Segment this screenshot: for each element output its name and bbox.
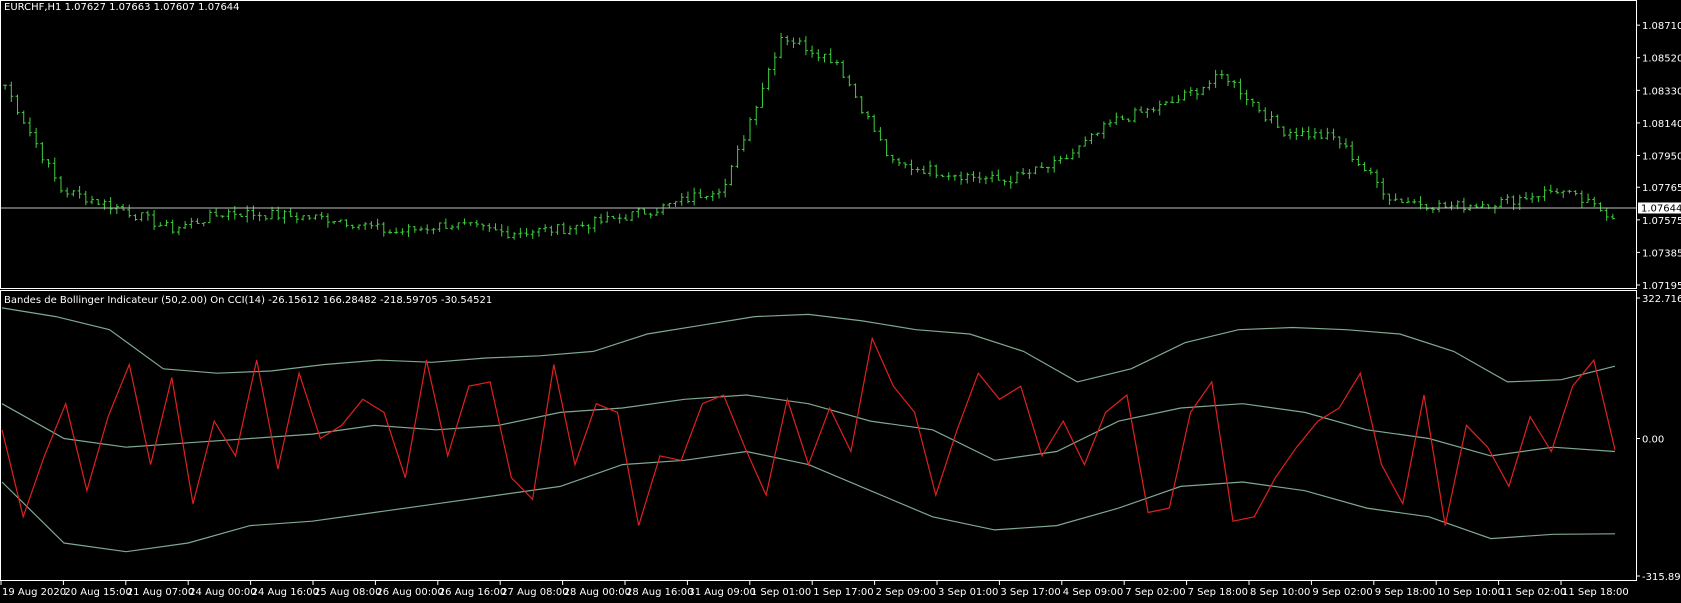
- time-tick-label: 11 Sep 18:00: [1562, 587, 1629, 598]
- price-y-tick-label: 1.08330: [1642, 86, 1681, 97]
- price-y-tick-label: 1.08520: [1642, 54, 1681, 65]
- price-y-tick-label: 1.08140: [1642, 119, 1681, 130]
- time-tick-label: 10 Sep 10:00: [1437, 587, 1504, 598]
- price-y-tick-label: 1.08710: [1642, 21, 1681, 32]
- time-tick-label: 27 Aug 08:00: [501, 587, 568, 598]
- time-tick-label: 4 Sep 09:00: [1063, 587, 1123, 598]
- time-tick-label: 9 Sep 02:00: [1312, 587, 1372, 598]
- time-tick-label: 1 Sep 17:00: [813, 587, 873, 598]
- time-tick-label: 28 Aug 00:00: [564, 587, 631, 598]
- price-y-tick-label: 1.07950: [1642, 152, 1681, 163]
- trading-chart[interactable]: EURCHF,H1 1.07627 1.07663 1.07607 1.0764…: [0, 0, 1681, 603]
- last-price-box: 1.07644: [1638, 202, 1681, 214]
- time-tick-label: 24 Aug 00:00: [189, 587, 256, 598]
- time-tick-label: 8 Sep 10:00: [1250, 587, 1310, 598]
- indicator-y-tick-label: 322.7160: [1642, 294, 1681, 305]
- last-price-label: 1.07644: [1641, 203, 1681, 214]
- time-tick-label: 20 Aug 15:00: [64, 587, 131, 598]
- price-y-tick-label: 1.07575: [1642, 216, 1681, 227]
- price-y-tick-label: 1.07385: [1642, 248, 1681, 259]
- time-tick-label: 11 Sep 02:00: [1500, 587, 1567, 598]
- time-tick-label: 26 Aug 16:00: [439, 587, 506, 598]
- time-tick-label: 7 Sep 18:00: [1188, 587, 1248, 598]
- time-tick-label: 9 Sep 18:00: [1375, 587, 1435, 598]
- price-y-tick-label: 1.07765: [1642, 183, 1681, 194]
- time-tick-label: 7 Sep 02:00: [1125, 587, 1185, 598]
- indicator-y-tick-label: -315.8908: [1642, 572, 1681, 583]
- time-tick-label: 24 Aug 16:00: [252, 587, 319, 598]
- time-tick-label: 2 Sep 09:00: [876, 587, 936, 598]
- price-y-axis: 1.08710 1.08520 1.08330 1.08140 1.07950 1.077…: [1636, 21, 1681, 292]
- time-tick-label: 31 Aug 09:00: [688, 587, 755, 598]
- indicator-y-tick-label: 0.00: [1642, 434, 1664, 445]
- time-tick-label: 28 Aug 16:00: [626, 587, 693, 598]
- price-panel-title: EURCHF,H1 1.07627 1.07663 1.07607 1.0764…: [4, 2, 240, 13]
- time-tick-label: 25 Aug 08:00: [314, 587, 381, 598]
- time-tick-label: 3 Sep 01:00: [938, 587, 998, 598]
- time-tick-label: 3 Sep 17:00: [1000, 587, 1060, 598]
- time-tick-label: 26 Aug 00:00: [376, 587, 443, 598]
- time-tick-label: 1 Sep 01:00: [751, 587, 811, 598]
- time-tick-label: 21 Aug 07:00: [127, 587, 194, 598]
- price-y-tick-label: 1.07195: [1642, 281, 1681, 292]
- time-tick-label: 19 Aug 2020: [2, 587, 66, 598]
- indicator-panel-title: Bandes de Bollinger Indicateur (50,2.00)…: [4, 295, 492, 306]
